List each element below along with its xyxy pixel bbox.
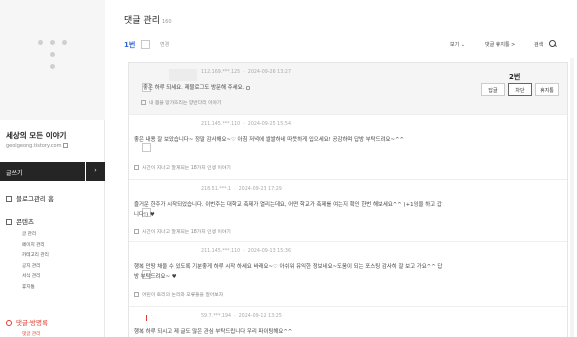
- comment-text: 행복 하루 되시고 제 글도 많은 관심 부탁드립니다 우리 파이팅해요^^: [134, 329, 293, 335]
- lock-icon: [246, 85, 251, 90]
- block-button[interactable]: 차단: [508, 83, 532, 96]
- comment-icon: [6, 320, 12, 326]
- comment-time: 2024-09-25 15:54: [247, 122, 292, 127]
- search-label[interactable]: 검색: [534, 41, 543, 48]
- comment-row[interactable]: 59.7.***.194 · 2024-09-12 13:25 행복 하루 되시고 …: [129, 307, 567, 337]
- comment-meta: 211.145.***.110 · 2024-09-25 15:54: [201, 122, 292, 127]
- comment-time: 2024-09-13 15:36: [247, 249, 292, 254]
- sidebar-subitem-posts[interactable]: 글 관리: [22, 230, 49, 241]
- comment-text-wrap: 좋은 하루 되세요. 제블로그도 방문해 주세요.: [143, 83, 453, 93]
- comment-meta: 218.51.***.1 · 2024-09-23 17:29: [201, 187, 282, 192]
- post-title[interactable]: 어린이 토리의 논리와 오류들을 알아보자: [142, 293, 223, 298]
- comment-post-ref[interactable]: 시간이 지나고 알게되는 18가지 인생 이야기: [134, 228, 231, 235]
- comment-count: 160: [161, 19, 172, 25]
- home-icon: [6, 196, 12, 202]
- comment-post-ref[interactable]: 어린이 토리의 논리와 오류들을 알아보자: [134, 291, 223, 298]
- comment-meta: 59.7.***.194 · 2024-09-12 13:25: [201, 314, 282, 319]
- blog-profile-image[interactable]: [0, 0, 105, 120]
- sidebar-subitem-notices[interactable]: 공지 관리: [22, 262, 49, 273]
- comment-ip: 218.51.***.1: [201, 187, 232, 192]
- post-title[interactable]: 시간이 지나고 알게되는 18가지 인생 이야기: [142, 230, 231, 235]
- write-button[interactable]: 글쓰기: [0, 162, 85, 181]
- comment-ip: 211.145.***.110: [201, 122, 241, 127]
- post-icon: [134, 165, 139, 170]
- tistory-logo-icon: [38, 40, 68, 80]
- reply-mark-icon: [146, 315, 149, 321]
- annotation-label-1: 1번: [124, 41, 136, 49]
- sidebar-subitem-templates[interactable]: 서식 관리: [22, 272, 49, 283]
- comment-ip: 59.7.***.194: [201, 314, 232, 319]
- annotation-label-2: 2번: [509, 73, 521, 81]
- sidebar: 세상의 모든 이야기 geolgeong.tistory.com 글쓰기 › 블…: [0, 0, 105, 337]
- blog-url-text[interactable]: geolgeong.tistory.com: [6, 143, 61, 149]
- write-dropdown-button[interactable]: ›: [86, 162, 105, 181]
- comment-text: 좋은 내용 잘 보았습니다~ 정말 감사해요~♡ 아침 저녁에 쌀쌀하네 따뜻하…: [134, 137, 405, 143]
- avatar: [169, 69, 197, 81]
- sidebar-subitem-trash[interactable]: 휴지통: [22, 283, 49, 294]
- sidebar-item-blog-home[interactable]: 블로그관리 홈: [6, 193, 54, 203]
- sidebar-item-label: 블로그관리 홈: [16, 195, 54, 203]
- comment-text: 행복 만땅 채울 수 있도록 기분좋게 하루 시작 하세요 바래요~♡ 아쉬워 …: [134, 264, 443, 280]
- page-title: 댓글 관리 160: [124, 13, 172, 26]
- comment-time: 2024-09-23 17:29: [238, 187, 282, 192]
- sidebar-item-comments[interactable]: 댓글·방명록: [6, 317, 48, 327]
- comment-trash-link[interactable]: 댓글 휴지통 >: [485, 41, 515, 48]
- comment-row[interactable]: 211.145.***.110 · 2024-09-25 15:54 좋은 내용 잘…: [129, 115, 567, 180]
- sidebar-subitem-pages[interactable]: 페이지 관리: [22, 241, 49, 252]
- content-icon: [6, 219, 12, 225]
- trash-button[interactable]: 휴지통: [535, 83, 559, 96]
- sidebar-item-content[interactable]: 콘텐츠: [6, 216, 34, 226]
- reply-button[interactable]: 답글: [481, 83, 505, 96]
- comment-meta: 211.145.***.110 · 2024-09-13 15:36: [201, 249, 292, 254]
- view-filter-dropdown[interactable]: 보기 ⌄: [450, 41, 465, 48]
- comment-meta: 112.169.***.125 · 2024-09-26 13:27: [201, 70, 292, 75]
- comment-row[interactable]: 211.145.***.110 · 2024-09-13 15:36 행복 만땅 채…: [129, 242, 567, 307]
- comment-toolbar: 변경 보기 ⌄ 댓글 휴지통 > 검색: [124, 36, 568, 54]
- change-state-button[interactable]: 변경: [160, 41, 169, 48]
- comment-row[interactable]: 218.51.***.1 · 2024-09-23 17:29 즐거운 한주가 시작…: [129, 180, 567, 242]
- comment-text: 좋은 하루 되세요. 제블로그도 방문해 주세요.: [143, 85, 245, 91]
- sidebar-subitem-comment-manage[interactable]: 댓글 관리: [22, 331, 40, 337]
- post-icon: [134, 229, 139, 234]
- comment-post-ref[interactable]: 내 몸을 망가뜨리는 양반다리 이야기: [141, 99, 221, 106]
- post-title[interactable]: 시간이 지나고 알게되는 18가지 인생 이야기: [142, 166, 231, 171]
- comment-list: 112.169.***.125 · 2024-09-26 13:27 좋은 하루 되…: [128, 62, 568, 337]
- search-icon[interactable]: [549, 40, 557, 48]
- comment-row[interactable]: 112.169.***.125 · 2024-09-26 13:27 좋은 하루 되…: [129, 63, 567, 115]
- comment-ip: 112.169.***.125: [201, 70, 241, 75]
- comment-post-ref[interactable]: 시간이 지나고 알게되는 18가지 인생 이야기: [134, 164, 231, 171]
- content-submenu: 글 관리 페이지 관리 카테고리 관리 공지 관리 서식 관리 휴지통: [22, 230, 49, 294]
- post-icon: [134, 292, 139, 297]
- blog-url-link[interactable]: geolgeong.tistory.com: [6, 143, 69, 149]
- scrollbar[interactable]: [570, 58, 574, 337]
- comment-time: 2024-09-12 13:25: [238, 314, 282, 319]
- comment-time: 2024-09-26 13:27: [247, 70, 292, 75]
- post-title[interactable]: 내 몸을 망가뜨리는 양반다리 이야기: [149, 101, 221, 106]
- post-icon: [141, 100, 146, 105]
- comment-ip: 211.145.***.110: [201, 249, 241, 254]
- external-link-icon: [63, 143, 69, 148]
- blog-title[interactable]: 세상의 모든 이야기: [6, 130, 66, 141]
- sidebar-item-label: 콘텐츠: [16, 218, 34, 226]
- sidebar-item-label: 댓글·방명록: [16, 319, 48, 327]
- sidebar-subitem-categories[interactable]: 카테고리 관리: [22, 251, 49, 262]
- select-all-checkbox[interactable]: [141, 40, 150, 49]
- comment-text: 즐거운 한주가 시작되었습니다. 이번주는 대학교 축제가 열리는데요, 어떤 …: [134, 202, 442, 218]
- page-title-text: 댓글 관리: [124, 16, 160, 26]
